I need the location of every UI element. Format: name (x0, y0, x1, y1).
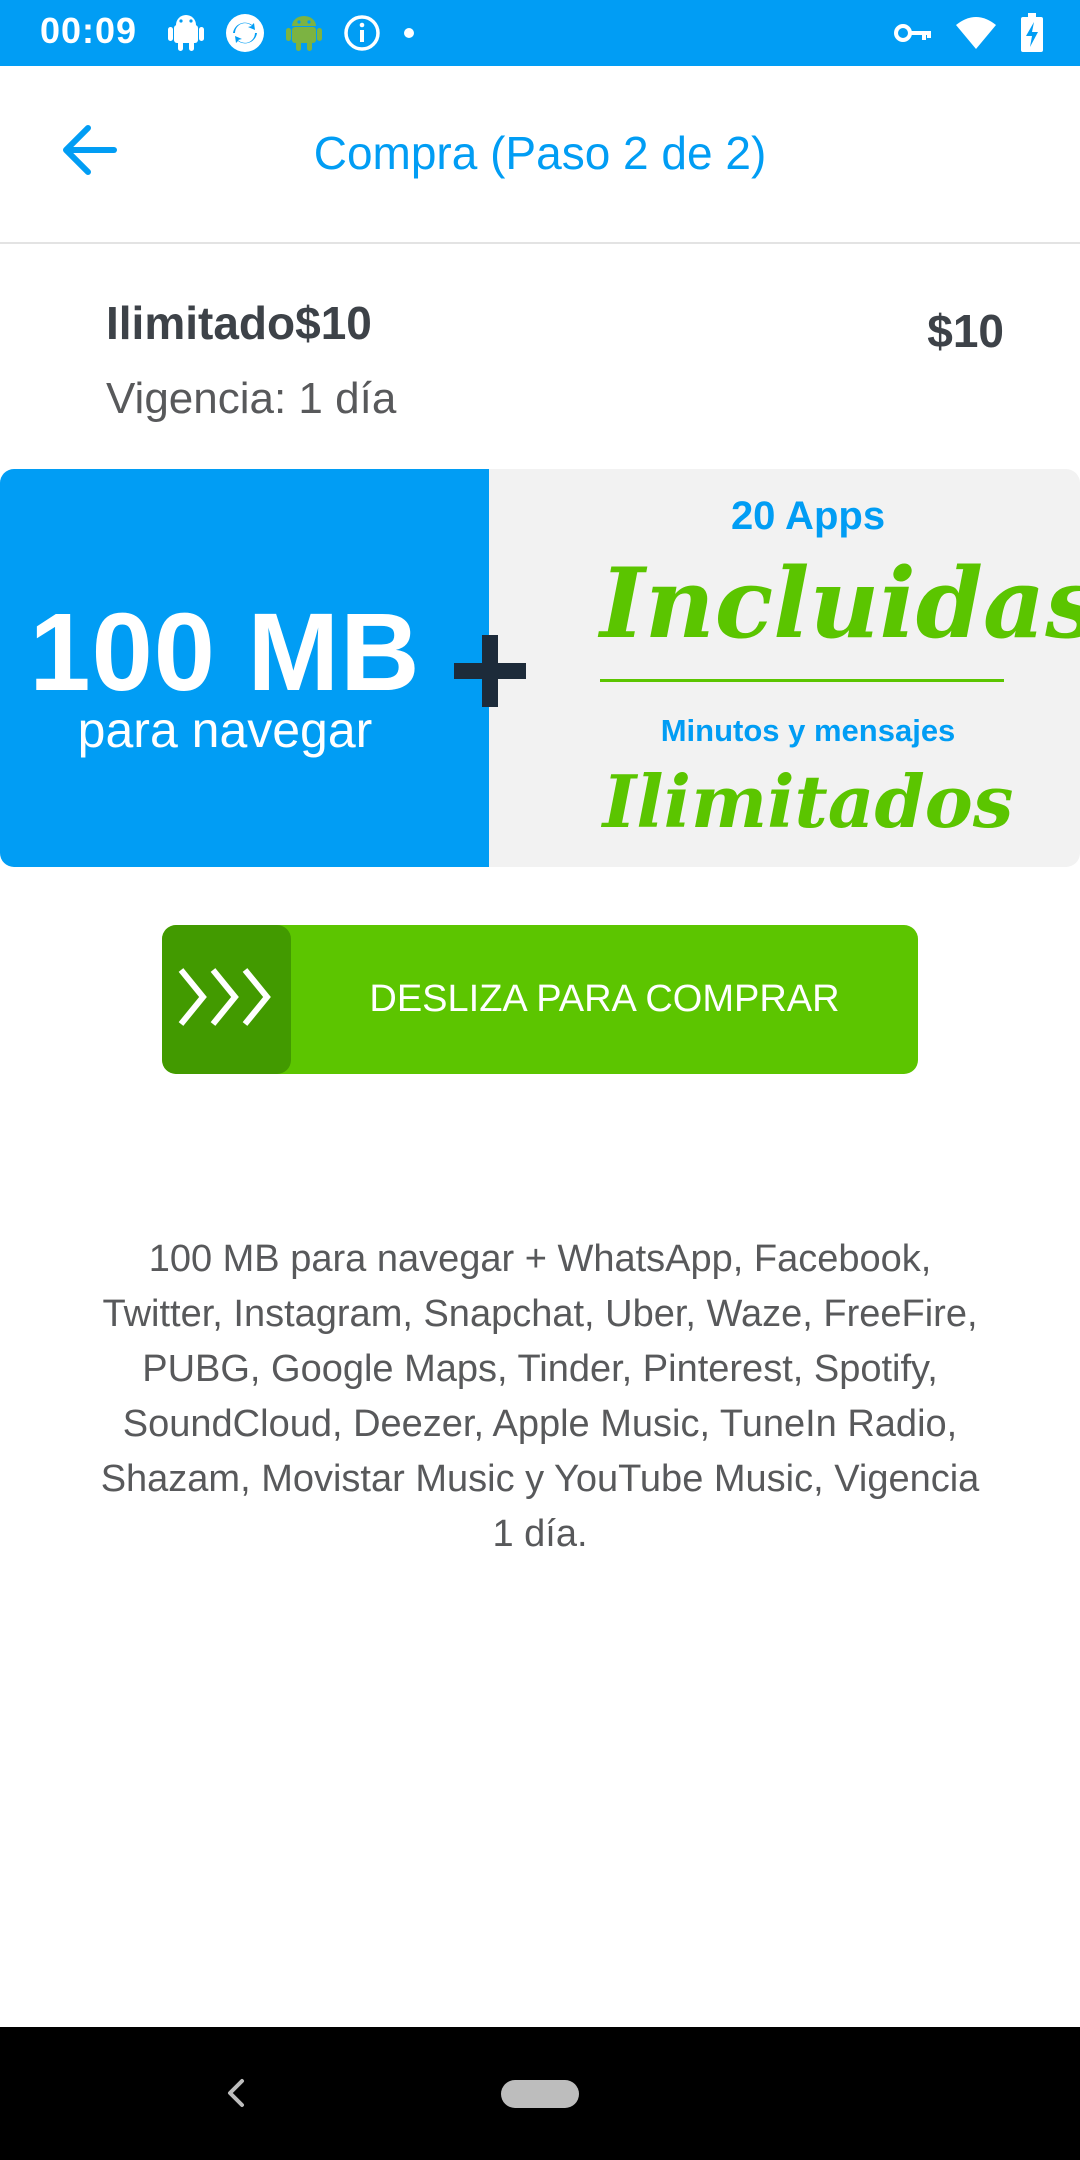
android-icon (168, 13, 204, 53)
plan-validity: Vigencia: 1 día (106, 374, 397, 423)
status-right-icons (894, 12, 1044, 54)
slider-label: DESLIZA PARA COMPRAR (369, 978, 840, 1020)
status-bar: 00:09 (0, 0, 1080, 66)
page-title: Compra (Paso 2 de 2) (313, 127, 767, 179)
system-nav-bar (0, 2027, 1080, 2160)
banner-divider (600, 679, 1004, 682)
wifi-icon (954, 15, 998, 51)
vpn-key-icon (894, 21, 932, 45)
slider-handle[interactable] (162, 925, 291, 1074)
plan-name: Ilimitado$10 (106, 297, 372, 349)
banner-data-caption: para navegar (77, 702, 373, 758)
plus-icon (448, 629, 532, 713)
sync-icon (224, 12, 266, 54)
promo-banner: 100 MB para navegar 20 Apps Incluidas Mi… (0, 469, 1080, 867)
slide-to-buy[interactable]: DESLIZA PARA COMPRAR (162, 925, 918, 1074)
app-header: Compra (Paso 2 de 2) (0, 66, 1080, 244)
info-icon (342, 13, 382, 53)
plan-price: $10 (927, 305, 1004, 357)
home-pill-icon[interactable] (501, 2080, 579, 2108)
banner-data-panel: 100 MB para navegar (0, 469, 489, 867)
banner-apps-included: Incluidas (600, 547, 1080, 660)
banner-minutes: Minutos y mensajes (660, 713, 956, 748)
nav-back-icon[interactable] (212, 2065, 260, 2121)
dot-icon (402, 26, 416, 40)
banner-apps: 20 Apps (730, 494, 886, 538)
banner-unlimited: Ilimitados (602, 759, 1014, 844)
status-time: 00:09 (40, 10, 138, 51)
android-debug-icon (286, 13, 322, 53)
status-left-icons (168, 12, 416, 54)
battery-charging-icon (1020, 13, 1044, 53)
chevrons-right-icon (173, 962, 281, 1037)
banner-data-amount: 100 MB (29, 591, 421, 714)
plan-description: 100 MB para navegar + WhatsApp, Facebook… (100, 1238, 980, 1555)
